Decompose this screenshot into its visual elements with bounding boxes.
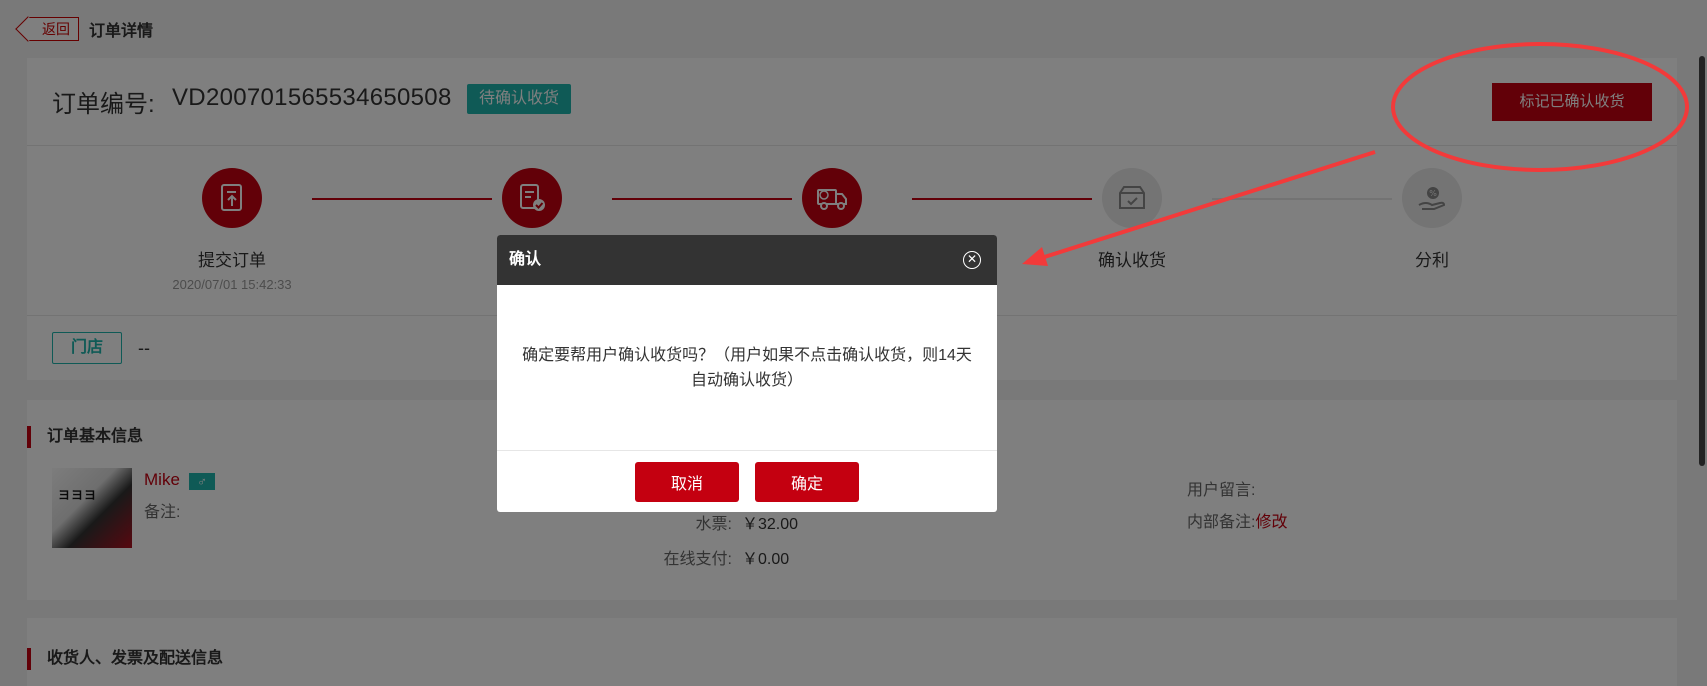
- close-icon[interactable]: ✕: [963, 251, 981, 269]
- dialog-body: 确定要帮用户确认收货吗？（用户如果不点击确认收货，则14天自动确认收货）: [497, 285, 997, 451]
- confirm-dialog: 确认 ✕ 确定要帮用户确认收货吗？（用户如果不点击确认收货，则14天自动确认收货…: [497, 235, 997, 512]
- dialog-header: 确认 ✕: [497, 235, 997, 285]
- cancel-button[interactable]: 取消: [635, 461, 739, 502]
- dialog-message: 确定要帮用户确认收货吗？（用户如果不点击确认收货，则14天自动确认收货）: [522, 346, 972, 389]
- scrollbar[interactable]: [1699, 56, 1705, 466]
- dialog-footer: 取消 确定: [497, 451, 997, 512]
- confirm-button[interactable]: 确定: [755, 461, 859, 502]
- dialog-title: 确认: [509, 251, 542, 268]
- page: 返回 订单详情 订单编号: VD200701565534650508 待确认收货…: [0, 0, 1707, 686]
